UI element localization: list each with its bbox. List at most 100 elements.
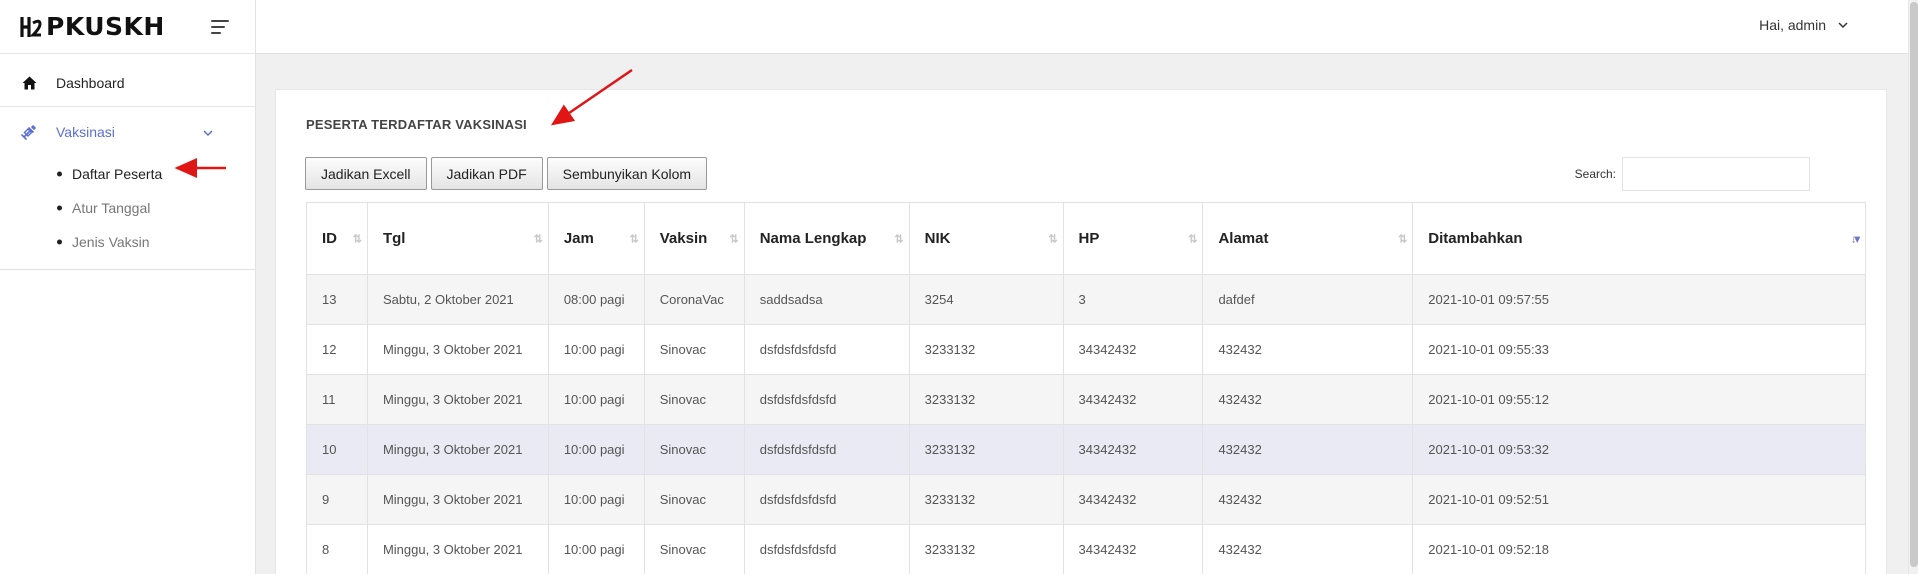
column-header-vaksin[interactable]: Vaksin ⇅: [644, 202, 745, 275]
sort-icon: ⇅: [629, 233, 639, 245]
table-cell: 2021-10-01 09:57:55: [1412, 274, 1866, 325]
table-row[interactable]: 11 Minggu, 3 Oktober 2021 10:00 pagi Sinova…: [306, 374, 1866, 425]
table-cell: 34342432: [1063, 374, 1204, 425]
sidebar-subitem-daftar-peserta[interactable]: Daftar Peserta: [0, 157, 255, 191]
topbar: Hai, admin: [256, 0, 1908, 54]
table-cell: 34342432: [1063, 474, 1204, 525]
sidebar-subitem-label: Atur Tanggal: [72, 200, 151, 216]
sidebar: PKUSKH Dashboard Vaksinasi Daftar Pesert…: [0, 0, 256, 574]
table-cell: 12: [306, 324, 368, 375]
brand-bar: PKUSKH: [0, 0, 255, 54]
sidebar-subitem-atur-tanggal[interactable]: Atur Tanggal: [0, 191, 255, 225]
table-cell: Minggu, 3 Oktober 2021: [367, 524, 549, 574]
table-cell: dsfdsfdsfdsfd: [744, 474, 910, 525]
column-header-tgl[interactable]: Tgl ⇅: [367, 202, 549, 275]
table-cell: Minggu, 3 Oktober 2021: [367, 324, 549, 375]
table-cell: Sabtu, 2 Oktober 2021: [367, 274, 549, 325]
page-title: PESERTA TERDAFTAR VAKSINASI: [306, 117, 527, 132]
table-cell: 432432: [1202, 524, 1414, 574]
page-scrollbar[interactable]: [1908, 0, 1918, 574]
search-input[interactable]: [1622, 157, 1810, 191]
sort-icon: ⇅: [1188, 233, 1197, 245]
home-icon: [20, 74, 38, 92]
table-body: 13 Sabtu, 2 Oktober 2021 08:00 pagi CoronaV…: [306, 274, 1866, 574]
table-row[interactable]: 10 Minggu, 3 Oktober 2021 10:00 pagi Sinova…: [306, 424, 1866, 475]
sidebar-subitem-jenis-vaksin[interactable]: Jenis Vaksin: [0, 225, 255, 259]
sidebar-item-label: Dashboard: [56, 74, 125, 91]
table-cell: Sinovac: [644, 474, 745, 525]
table-cell: saddsadsa: [744, 274, 910, 325]
table-cell: dsfdsfdsfdsfd: [744, 324, 910, 375]
table-cell: 2021-10-01 09:55:12: [1412, 374, 1866, 425]
sort-icon: ⇅: [533, 233, 543, 245]
table-cell: 2021-10-01 09:52:51: [1412, 474, 1866, 525]
table-cell: 2021-10-01 09:52:18: [1412, 524, 1866, 574]
export-excel-button[interactable]: Jadikan Excell: [305, 157, 427, 190]
sort-icon: ⇅: [1048, 233, 1057, 245]
table-cell: 10:00 pagi: [548, 324, 645, 375]
participants-card: PESERTA TERDAFTAR VAKSINASI Jadikan Exce…: [275, 89, 1887, 574]
table-cell: 9: [306, 474, 368, 525]
user-menu[interactable]: Hai, admin: [1759, 17, 1848, 33]
sidebar-subitem-label: Daftar Peserta: [72, 166, 163, 182]
column-header-ditambahkan[interactable]: Ditambahkan ↓▾: [1412, 202, 1866, 275]
table-header-row: ID ⇅ Tgl ⇅ Jam ⇅ Vaksin ⇅ Nama Lengkap ⇅ NIK ⇅…: [306, 202, 1866, 275]
column-header-nama-lengkap[interactable]: Nama Lengkap ⇅: [744, 202, 910, 275]
table-cell: 2021-10-01 09:53:32: [1412, 424, 1866, 475]
table-cell: 3233132: [909, 374, 1064, 425]
vaksinasi-submenu: Daftar Peserta Atur Tanggal Jenis Vaksin: [0, 157, 255, 270]
sidebar-item-label: Vaksinasi: [56, 124, 115, 140]
table-cell: 8: [306, 524, 368, 574]
table-cell: CoronaVac: [644, 274, 745, 325]
sidebar-subitem-label: Jenis Vaksin: [72, 234, 150, 250]
table-cell: 3233132: [909, 424, 1064, 475]
participants-table: ID ⇅ Tgl ⇅ Jam ⇅ Vaksin ⇅ Nama Lengkap ⇅ NIK ⇅…: [306, 202, 1866, 574]
table-cell: 10: [306, 424, 368, 475]
table-cell: 34342432: [1063, 424, 1204, 475]
brand-logo[interactable]: PKUSKH: [20, 12, 165, 41]
menu-toggle-icon[interactable]: [211, 16, 233, 38]
brand-name: PKUSKH: [46, 12, 165, 41]
chevron-down-icon: [1838, 21, 1848, 28]
table-row[interactable]: 8 Minggu, 3 Oktober 2021 10:00 pagi Sinovac…: [306, 524, 1866, 574]
table-cell: 11: [306, 374, 368, 425]
table-cell: 3233132: [909, 474, 1064, 525]
table-cell: dsfdsfdsfdsfd: [744, 524, 910, 574]
table-cell: Minggu, 3 Oktober 2021: [367, 374, 549, 425]
table-cell: 432432: [1202, 374, 1414, 425]
table-search: Search:: [1575, 157, 1810, 191]
column-header-id[interactable]: ID ⇅: [306, 202, 368, 275]
column-header-jam[interactable]: Jam ⇅: [548, 202, 645, 275]
sort-icon: ⇅: [894, 233, 903, 245]
search-label: Search:: [1574, 167, 1616, 181]
table-cell: Minggu, 3 Oktober 2021: [367, 474, 549, 525]
table-cell: Sinovac: [644, 324, 745, 375]
column-visibility-button[interactable]: Sembunyikan Kolom: [546, 157, 708, 190]
table-cell: 10:00 pagi: [548, 424, 645, 475]
table-cell: dsfdsfdsfdsfd: [744, 424, 910, 475]
scrollbar-thumb[interactable]: [1910, 2, 1918, 567]
table-cell: Sinovac: [644, 524, 745, 574]
sort-icon: ⇅: [352, 233, 362, 245]
table-cell: dsfdsfdsfdsfd: [744, 374, 910, 425]
export-toolbar: Jadikan Excell Jadikan PDF Sembunyikan K…: [305, 157, 708, 190]
sidebar-item-vaksinasi[interactable]: Vaksinasi: [0, 107, 255, 157]
table-cell: 3233132: [909, 524, 1064, 574]
export-pdf-button[interactable]: Jadikan PDF: [430, 157, 543, 190]
column-header-hp[interactable]: HP ⇅: [1063, 202, 1204, 275]
table-cell: 432432: [1202, 324, 1414, 375]
table-row[interactable]: 9 Minggu, 3 Oktober 2021 10:00 pagi Sinovac…: [306, 474, 1866, 525]
sort-icon: ⇅: [1398, 233, 1407, 245]
table-cell: 10:00 pagi: [548, 474, 645, 525]
table-cell: 34342432: [1063, 324, 1204, 375]
sort-icon: ⇅: [729, 233, 739, 245]
table-row[interactable]: 12 Minggu, 3 Oktober 2021 10:00 pagi Sinova…: [306, 324, 1866, 375]
column-header-nik[interactable]: NIK ⇅: [909, 202, 1064, 275]
sort-desc-icon: ↓▾: [1850, 233, 1860, 245]
table-cell: 3233132: [909, 324, 1064, 375]
table-cell: 432432: [1202, 474, 1414, 525]
chevron-down-icon: [203, 124, 213, 140]
table-row[interactable]: 13 Sabtu, 2 Oktober 2021 08:00 pagi CoronaV…: [306, 274, 1866, 325]
sidebar-item-dashboard[interactable]: Dashboard: [0, 59, 255, 107]
column-header-alamat[interactable]: Alamat ⇅: [1202, 202, 1414, 275]
